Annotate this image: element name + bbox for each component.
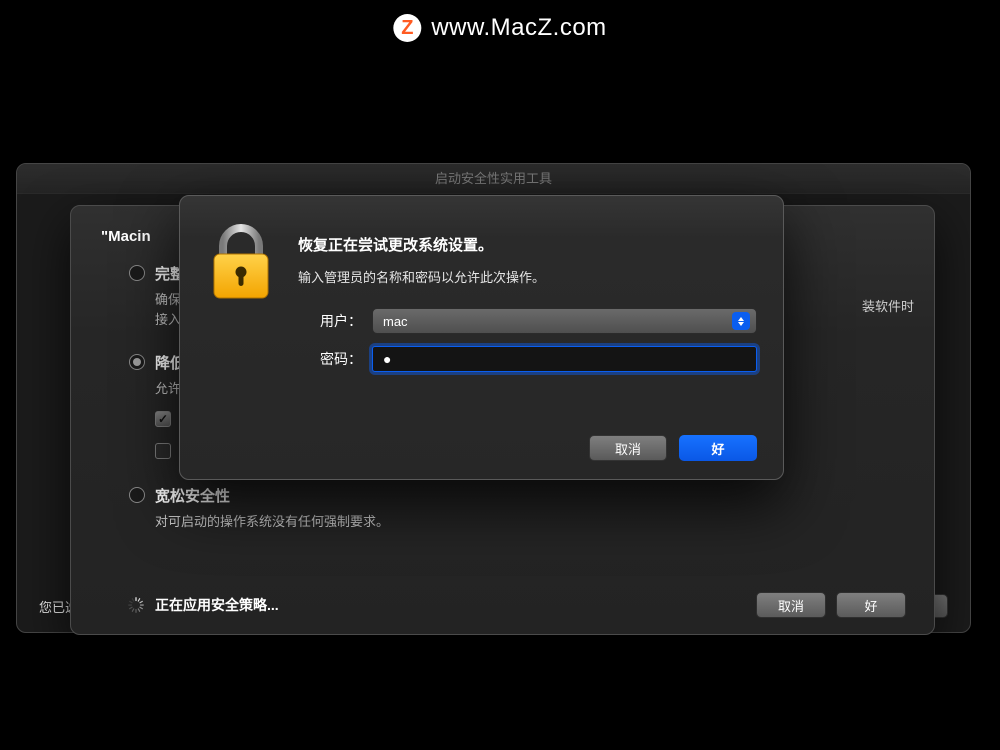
auth-dialog: 恢复正在尝试更改系统设置。 输入管理员的名称和密码以允许此次操作。 用户： ma… bbox=[179, 195, 784, 480]
option-loose-security-desc: 对可启动的操作系统没有任何强制要求。 bbox=[155, 512, 904, 532]
radio-reduced-security[interactable] bbox=[129, 354, 145, 370]
password-label: 密码： bbox=[298, 349, 362, 369]
auth-dialog-subtitle: 输入管理员的名称和密码以允许此次操作。 bbox=[298, 267, 757, 286]
startup-security-title: 启动安全性实用工具 bbox=[17, 164, 970, 194]
user-label: 用户： bbox=[298, 311, 362, 331]
option-full-security-desc2: 接入 bbox=[155, 312, 181, 327]
password-masked-value: ● bbox=[383, 351, 393, 367]
applying-policy-label: 正在应用安全策略... bbox=[155, 595, 279, 615]
checkbox-reduced-2[interactable] bbox=[155, 443, 171, 459]
checkbox-reduced-1[interactable]: ✓ bbox=[155, 411, 171, 427]
option-full-security-desc1: 确保 bbox=[155, 292, 181, 307]
radio-full-security[interactable] bbox=[129, 265, 145, 281]
spinner-icon bbox=[127, 596, 145, 614]
lock-icon bbox=[210, 224, 272, 384]
right-edge-text-fragment: 装软件时 bbox=[862, 296, 914, 315]
midwindow-cancel-button[interactable]: 取消 bbox=[756, 592, 826, 618]
watermark-logo-icon: Z bbox=[393, 14, 421, 42]
user-select[interactable]: mac bbox=[372, 308, 757, 334]
option-loose-security-title: 宽松安全性 bbox=[155, 485, 230, 506]
radio-loose-security[interactable] bbox=[129, 487, 145, 503]
auth-dialog-title: 恢复正在尝试更改系统设置。 bbox=[298, 234, 757, 255]
midwindow-ok-button[interactable]: 好 bbox=[836, 592, 906, 618]
password-input[interactable]: ● bbox=[372, 346, 757, 372]
watermark: Z www.MacZ.com bbox=[393, 14, 606, 42]
auth-ok-button[interactable]: 好 bbox=[679, 435, 757, 461]
user-select-value: mac bbox=[383, 314, 408, 329]
auth-cancel-button[interactable]: 取消 bbox=[589, 435, 667, 461]
watermark-url: www.MacZ.com bbox=[431, 14, 606, 42]
select-arrows-icon bbox=[732, 312, 750, 330]
